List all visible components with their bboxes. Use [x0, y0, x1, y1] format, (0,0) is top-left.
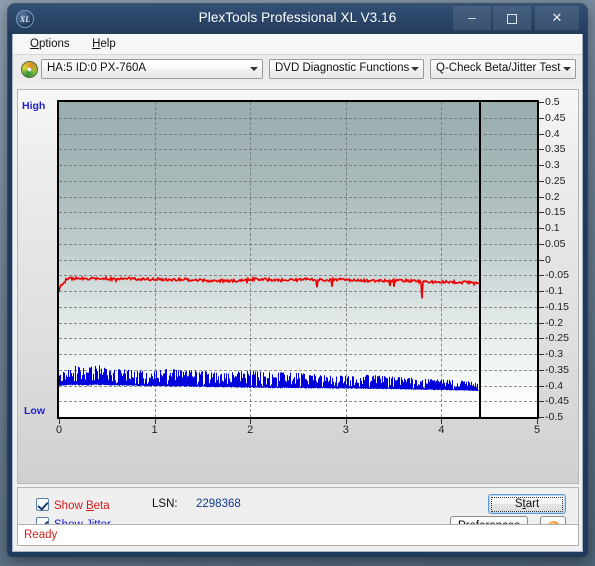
minimize-button[interactable]: –: [453, 6, 491, 30]
y-axis-tick: [539, 117, 544, 119]
chevron-down-icon: [563, 67, 571, 71]
y-axis-tick-label: -0.45: [545, 395, 569, 408]
maximize-icon: [507, 13, 517, 24]
x-axis-tick-label: 2: [247, 424, 254, 436]
y-axis-tick: [539, 259, 544, 261]
y-axis-tick-label: 0.35: [545, 143, 566, 156]
y-axis-tick: [539, 338, 544, 340]
y-axis-tick: [539, 369, 544, 371]
series-beta: [59, 275, 480, 299]
y-axis-tick: [539, 133, 544, 135]
application-window: XL PlexTools Professional XL V3.16 – ✕ O…: [8, 4, 587, 556]
menu-bar: Options Help: [13, 34, 582, 55]
start-button-label: Start: [491, 497, 563, 512]
y-axis-tick: [539, 102, 544, 103]
lsn-label: LSN:: [152, 498, 178, 510]
y-axis-tick: [539, 306, 544, 308]
y-axis-tick-label: 0.45: [545, 111, 566, 124]
x-axis-tick-label: 0: [55, 424, 63, 436]
maximize-button[interactable]: [493, 6, 531, 30]
axis-label-low: Low: [24, 405, 45, 417]
chevron-down-icon: [411, 67, 419, 71]
y-axis-tick-label: 0.25: [545, 174, 566, 187]
y-axis-tick: [539, 417, 544, 418]
show-beta-row: Show Beta: [36, 496, 110, 514]
y-axis-tick-label: -0.3: [545, 348, 564, 360]
show-beta-label: Show Beta: [54, 500, 110, 512]
y-axis-tick: [539, 212, 544, 214]
show-beta-checkbox[interactable]: [36, 498, 49, 511]
title-bar: XL PlexTools Professional XL V3.16 – ✕: [8, 4, 587, 34]
chevron-down-icon: [250, 67, 258, 71]
y-axis-tick-label: -0.5: [545, 411, 564, 423]
y-axis-tick-label: 0.5: [545, 96, 560, 108]
axis-label-high: High: [22, 100, 46, 112]
start-button[interactable]: Start: [488, 494, 566, 514]
y-axis-tick-label: -0.2: [545, 316, 564, 329]
test-select[interactable]: Q-Check Beta/Jitter Test: [430, 59, 576, 79]
data-traces: [59, 275, 480, 391]
y-axis-tick-label: 0.15: [545, 206, 566, 219]
function-select-value: DVD Diagnostic Functions: [275, 62, 410, 74]
client-area: Options Help HA:5 ID:0 PX-760A DVD Diagn…: [12, 34, 583, 552]
beta-jitter-plot: [57, 100, 539, 419]
status-text: Ready: [24, 529, 58, 541]
y-axis-tick-label: -0.1: [545, 285, 564, 297]
y-axis-tick-label: 0.1: [545, 222, 560, 234]
y-axis-tick: [539, 401, 544, 403]
x-axis-tick-label: 4: [438, 424, 445, 436]
y-axis-tick-label: 0.05: [545, 237, 566, 250]
y-axis-tick: [539, 291, 544, 292]
y-axis-tick: [539, 228, 544, 229]
app-logo-icon: XL: [16, 10, 34, 28]
y-axis-tick: [539, 385, 544, 387]
y-axis-tick: [539, 243, 544, 245]
drive-select[interactable]: HA:5 ID:0 PX-760A: [41, 59, 263, 79]
y-axis-tick-label: 0.4: [545, 127, 560, 140]
close-button[interactable]: ✕: [535, 6, 579, 30]
lsn-value: 2298368: [196, 498, 241, 510]
y-axis-tick-label: -0.15: [545, 300, 569, 313]
menu-help[interactable]: Help: [83, 35, 125, 52]
y-axis-tick: [539, 354, 544, 355]
y-axis-tick-label: -0.25: [545, 332, 569, 345]
series-jitter: [59, 365, 480, 391]
y-axis-tick-label: -0.35: [545, 363, 569, 376]
y-axis-tick: [539, 196, 544, 198]
y-axis-tick-label: -0.4: [545, 379, 564, 392]
y-axis-tick: [539, 149, 544, 151]
y-axis-tick-label: -0.05: [545, 269, 569, 282]
x-axis-tick-label: 3: [342, 424, 349, 436]
y-axis-tick: [539, 180, 544, 182]
y-axis-tick-label: 0.2: [545, 190, 560, 203]
disc-icon: [21, 61, 38, 78]
x-axis-tick-label: 5: [533, 424, 541, 436]
menu-options[interactable]: Options: [21, 35, 79, 52]
function-select[interactable]: DVD Diagnostic Functions: [269, 59, 424, 79]
y-axis-tick: [539, 322, 544, 324]
chart-panel: High Low 0.5 0.45 0.4 0.35 0.3 0.25 0.2 0.15 0.1…: [17, 89, 579, 484]
drive-select-value: HA:5 ID:0 PX-760A: [47, 62, 147, 74]
test-select-value: Q-Check Beta/Jitter Test: [436, 62, 561, 74]
y-axis-tick: [539, 165, 544, 166]
y-axis-tick: [539, 275, 544, 277]
y-axis-tick-label: 0.3: [545, 159, 560, 171]
y-axis-tick-label: 0: [545, 253, 551, 266]
status-bar: Ready: [17, 524, 579, 546]
x-axis-tick-label: 1: [151, 424, 158, 436]
toolbar: HA:5 ID:0 PX-760A DVD Diagnostic Functio…: [13, 55, 582, 83]
